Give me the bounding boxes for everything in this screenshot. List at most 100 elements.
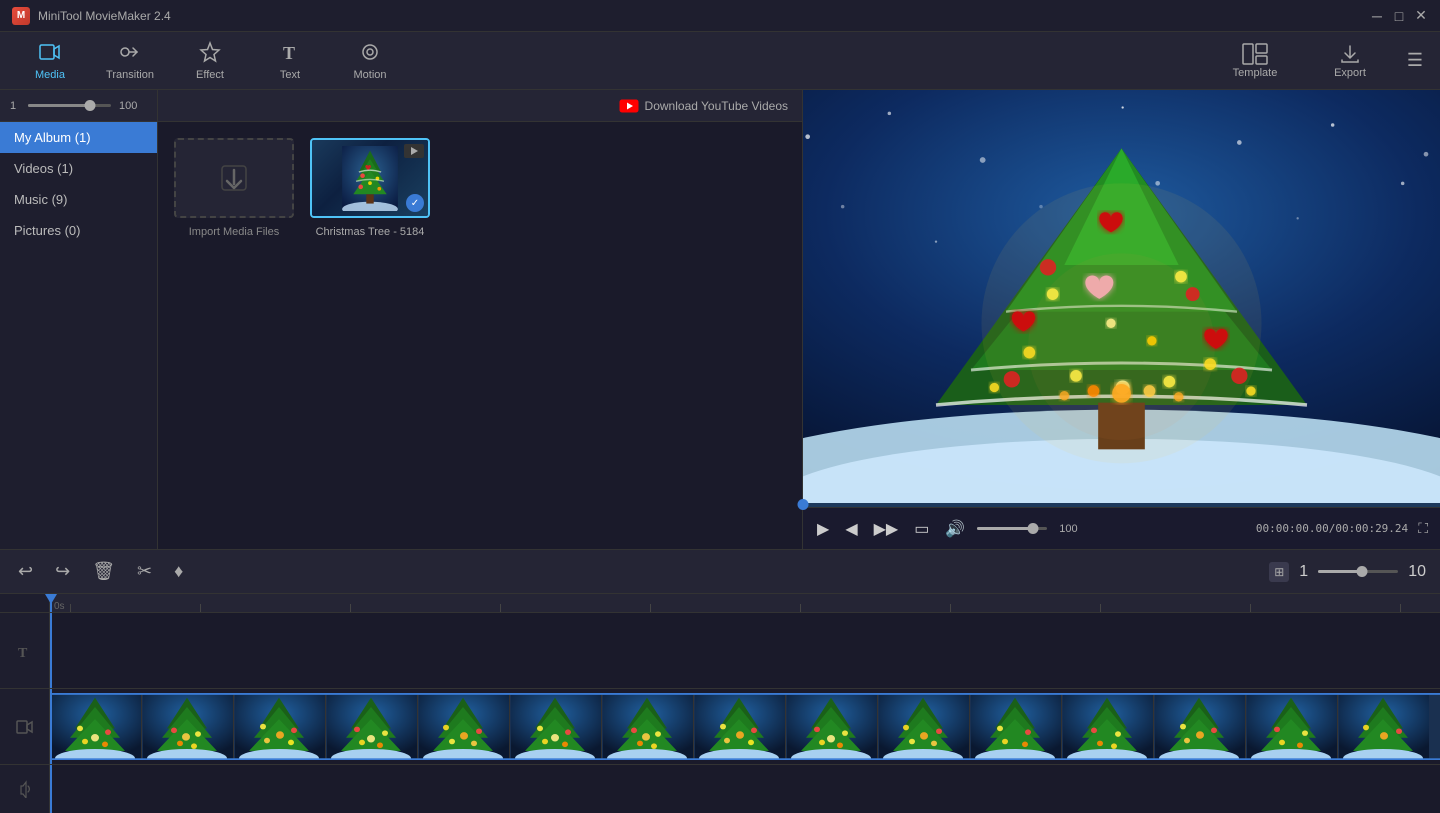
video-tile[interactable]: ✓ Christmas Tree - 5184 — [310, 138, 430, 238]
zoom-slider[interactable] — [28, 104, 111, 107]
toolbar-text[interactable]: T Text — [250, 35, 330, 87]
ruler-line-1 — [200, 604, 201, 612]
next-frame-button[interactable]: ▶▶ — [870, 517, 903, 541]
app-logo: M — [12, 7, 30, 25]
ruler-line-5 — [800, 604, 801, 612]
split-button[interactable]: ✂ — [133, 557, 156, 586]
title-bar-left: M MiniTool MovieMaker 2.4 — [12, 7, 171, 25]
hamburger-button[interactable]: ☰ — [1400, 46, 1430, 76]
zoom-bar: 1 100 — [0, 90, 157, 122]
yt-download-label: Download YouTube Videos — [645, 99, 788, 113]
ruler-line-4 — [650, 604, 651, 612]
toolbar-motion[interactable]: Motion — [330, 35, 410, 87]
maximize-button[interactable]: □ — [1392, 9, 1406, 23]
aspect-ratio-button[interactable]: ▭ — [910, 517, 933, 541]
video-track[interactable] — [50, 689, 1440, 765]
undo-button[interactable]: ↩ — [14, 557, 37, 586]
nav-my-album-count: (1) — [75, 130, 91, 145]
toolbar-export[interactable]: Export — [1310, 43, 1390, 79]
text-track — [50, 613, 1440, 689]
motion-icon — [359, 41, 381, 67]
toolbar-transition[interactable]: Transition — [90, 35, 170, 87]
time-label — [0, 594, 49, 613]
import-tile[interactable]: Import Media Files — [174, 138, 294, 238]
timeline-snap-button[interactable]: ⊞ — [1269, 562, 1289, 582]
preview-scene — [803, 90, 1440, 503]
timeline-zoom-thumb — [1357, 566, 1368, 577]
effect-label: Effect — [196, 69, 224, 81]
zoom-value: 100 — [119, 100, 147, 112]
nav-music[interactable]: Music (9) — [0, 184, 157, 215]
timeline-zoom-controls: ⊞ 1 10 — [1269, 562, 1426, 582]
volume-slider[interactable] — [977, 527, 1047, 530]
time-display: 00:00:00.00/00:00:29.24 — [1256, 522, 1408, 535]
ruler-line-8 — [1250, 604, 1251, 612]
play-button[interactable]: ▶ — [813, 517, 833, 541]
nav-pictures-count: (0) — [65, 223, 81, 238]
import-label: Import Media Files — [189, 226, 279, 238]
toolbar-effect[interactable]: Effect — [170, 35, 250, 87]
text-label: Text — [280, 69, 300, 81]
media-toolbar: Download YouTube Videos — [158, 90, 802, 122]
toolbar-right: Template Export ☰ — [1210, 43, 1430, 79]
nav-music-count: (9) — [52, 192, 68, 207]
video-track-strip — [50, 693, 1440, 760]
audio-track — [50, 765, 1440, 813]
nav-music-label: Music — [14, 192, 48, 207]
volume-thumb — [1028, 523, 1039, 534]
ruler-line-2 — [350, 604, 351, 612]
close-button[interactable]: ✕ — [1414, 9, 1428, 23]
ruler-line-0 — [70, 604, 71, 612]
export-label: Export — [1334, 67, 1366, 79]
import-box[interactable] — [174, 138, 294, 218]
fullscreen-button[interactable]: ⛶ — [1416, 518, 1430, 539]
media-grid: Download YouTube Videos Import Media Fil… — [158, 90, 802, 549]
template-label: Template — [1233, 67, 1278, 79]
content-area: 1 100 My Album (1) Videos (1) Music (9) … — [0, 90, 1440, 550]
timeline-ruler: 0s — [50, 594, 1440, 613]
timeline-zoom-slider[interactable] — [1318, 570, 1398, 573]
album-nav: My Album (1) Videos (1) Music (9) Pictur… — [0, 122, 157, 549]
nav-my-album-label: My Album — [14, 130, 71, 145]
more-button[interactable]: ♦ — [170, 557, 187, 586]
redo-button[interactable]: ↪ — [51, 557, 74, 586]
svg-text:T: T — [283, 43, 295, 63]
title-bar: M MiniTool MovieMaker 2.4 ─ □ ✕ — [0, 0, 1440, 32]
svg-text:T: T — [18, 646, 28, 660]
prev-frame-button[interactable]: ◀ — [841, 517, 861, 541]
playhead-triangle — [45, 594, 57, 604]
toolbar-media[interactable]: Media — [10, 35, 90, 87]
time-current: 00:00:00.00 — [1256, 522, 1329, 535]
volume-button[interactable]: 🔊 — [941, 517, 969, 541]
time-total: 00:00:29.24 — [1335, 522, 1408, 535]
media-items: Import Media Files — [158, 122, 802, 254]
nav-pictures[interactable]: Pictures (0) — [0, 215, 157, 246]
nav-videos[interactable]: Videos (1) — [0, 153, 157, 184]
timeline-zoom-fill — [1318, 570, 1362, 573]
yt-download-button[interactable]: Download YouTube Videos — [619, 99, 788, 113]
text-icon: T — [279, 41, 301, 67]
audio-track-label — [0, 765, 49, 813]
nav-pictures-label: Pictures — [14, 223, 61, 238]
transition-icon — [119, 41, 141, 67]
progress-bar[interactable] — [803, 503, 1440, 507]
text-track-playhead — [50, 613, 52, 688]
ruler-line-6 — [950, 604, 951, 612]
audio-track-playhead — [50, 765, 52, 813]
preview-controls: ▶ ◀ ▶▶ ▭ 🔊 100 00:00:00.00/00:00:29.24 ⛶ — [803, 507, 1440, 549]
media-label: Media — [35, 69, 65, 81]
transition-label: Transition — [106, 69, 154, 81]
main-toolbar: Media Transition Effect T Text — [0, 32, 1440, 90]
zoom-slider-thumb — [85, 100, 96, 111]
delete-button[interactable]: 🗑 — [88, 557, 119, 586]
nav-my-album[interactable]: My Album (1) — [0, 122, 157, 153]
effect-icon — [199, 41, 221, 67]
video-thumbnail[interactable]: ✓ — [310, 138, 430, 218]
minimize-button[interactable]: ─ — [1370, 9, 1384, 23]
nav-videos-count: (1) — [57, 161, 73, 176]
volume-fill — [977, 527, 1033, 530]
toolbar-template[interactable]: Template — [1210, 43, 1300, 79]
media-icon — [39, 41, 61, 67]
title-bar-controls: ─ □ ✕ — [1370, 9, 1428, 23]
ruler-playhead — [50, 594, 52, 612]
